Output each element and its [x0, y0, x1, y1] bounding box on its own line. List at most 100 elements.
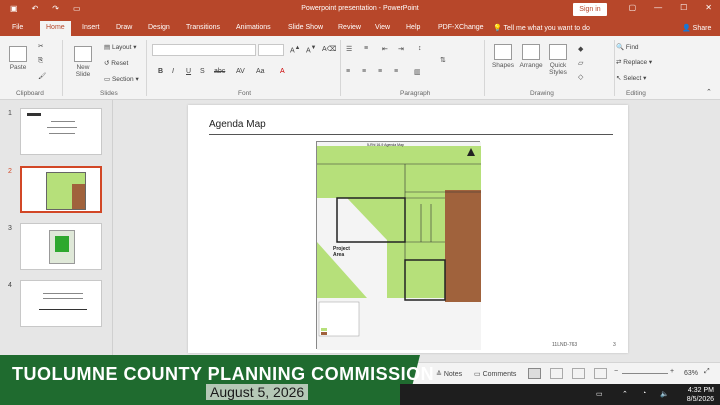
comments-button[interactable]: ▭ Comments: [474, 370, 516, 378]
tab-insert[interactable]: Insert: [82, 24, 100, 31]
thumb-number: 2: [8, 168, 12, 175]
volume-icon[interactable]: 🔈: [660, 390, 669, 398]
tab-slide-show[interactable]: Slide Show: [288, 24, 323, 31]
justify-icon[interactable]: ≡: [394, 68, 398, 75]
zoom-in-icon[interactable]: +: [670, 368, 674, 375]
thumb-number: 4: [8, 282, 12, 289]
tell-me-box[interactable]: 💡 Tell me what you want to do: [493, 24, 590, 32]
reading-view-icon[interactable]: [572, 368, 585, 379]
columns-icon[interactable]: ▥: [414, 68, 421, 76]
slide-thumbnail-4[interactable]: [20, 280, 102, 327]
section-button[interactable]: ▭ Section ▾: [104, 75, 139, 83]
tab-draw[interactable]: Draw: [116, 24, 132, 31]
font-name-box[interactable]: [152, 44, 256, 56]
select-button[interactable]: ↖ Select ▾: [616, 74, 646, 82]
strikethrough-button[interactable]: abc: [214, 68, 225, 75]
normal-view-icon[interactable]: [528, 368, 541, 379]
banner-title: TUOLUMNE COUNTY PLANNING COMMISSION: [12, 364, 435, 384]
tab-help[interactable]: Help: [406, 24, 420, 31]
arrange-button[interactable]: Arrange: [517, 44, 545, 69]
slide-thumbnail-2[interactable]: [20, 166, 102, 213]
italic-button[interactable]: I: [172, 68, 174, 75]
thumb-map-brown: [72, 184, 85, 209]
underline-button[interactable]: U: [186, 68, 191, 75]
editing-group-label: Editing: [626, 90, 646, 97]
tab-design[interactable]: Design: [148, 24, 170, 31]
slide-thumbnail-3[interactable]: [20, 223, 102, 270]
clock-time: 4:32 PM: [687, 387, 714, 394]
title-bar: ▣ ↶ ↷ ▭ Powerpoint presentation - PowerP…: [0, 0, 720, 19]
slide-sorter-icon[interactable]: [550, 368, 563, 379]
align-center-icon[interactable]: ≡: [362, 68, 366, 75]
reset-button[interactable]: ↺ Reset: [104, 59, 128, 67]
agenda-map[interactable]: 5-Rhl 16-9 Agenda Map Project Area: [316, 141, 481, 350]
tab-animations[interactable]: Animations: [236, 24, 271, 31]
shape-effects-icon[interactable]: ◇: [578, 73, 583, 81]
legend-swatch-brown: [321, 332, 327, 335]
grow-font-icon[interactable]: A▲: [290, 45, 300, 54]
taskbar-clock[interactable]: 4:32 PM 8/5/2026: [687, 386, 714, 404]
current-slide[interactable]: Agenda Map 5-Rhl 16-9 Agenda Map Project…: [188, 105, 628, 353]
zoom-slider[interactable]: [622, 373, 668, 374]
line-spacing-icon[interactable]: ↕: [418, 45, 422, 52]
divider: [146, 40, 147, 96]
bold-button[interactable]: B: [158, 68, 163, 75]
paste-button[interactable]: Paste: [6, 46, 30, 71]
shape-fill-icon[interactable]: ◆: [578, 45, 583, 53]
font-color-icon[interactable]: A: [280, 68, 285, 75]
shrink-font-icon[interactable]: A▼: [306, 45, 316, 54]
tab-transitions[interactable]: Transitions: [186, 24, 220, 31]
maximize-icon[interactable]: ☐: [680, 3, 687, 12]
fit-to-window-icon[interactable]: ⤢: [704, 368, 710, 376]
network-icon[interactable]: ◔: [642, 390, 646, 397]
display-icon[interactable]: ▭: [596, 390, 603, 398]
find-button[interactable]: 🔍 Find: [616, 43, 639, 51]
font-size-box[interactable]: [258, 44, 284, 56]
copy-icon[interactable]: ⎘: [38, 57, 43, 65]
zoom-level[interactable]: 63%: [684, 370, 698, 377]
shadow-button[interactable]: S: [200, 68, 205, 75]
tab-home[interactable]: Home: [40, 21, 71, 36]
bullets-icon[interactable]: ☰: [346, 45, 352, 53]
project-area-label: Project Area: [333, 246, 350, 258]
clear-formatting-icon[interactable]: A⌫: [322, 45, 337, 53]
char-spacing-icon[interactable]: AV: [236, 68, 245, 75]
slide-thumbnail-1[interactable]: [20, 108, 102, 155]
ribbon-display-options-icon[interactable]: ▢: [629, 3, 637, 12]
quick-styles-button[interactable]: Quick Styles: [546, 44, 570, 76]
collapse-ribbon-icon[interactable]: ⌃: [706, 88, 712, 96]
format-painter-icon[interactable]: 🖌: [38, 72, 46, 80]
align-right-icon[interactable]: ≡: [378, 68, 382, 75]
minimize-icon[interactable]: —: [654, 3, 662, 12]
sign-in-button[interactable]: Sign in: [573, 3, 607, 16]
slide-thumbnail-panel: 1 2 3 4: [0, 100, 113, 370]
notes-button[interactable]: ≙ Notes: [436, 370, 462, 378]
zoom-out-icon[interactable]: −: [614, 368, 618, 375]
align-left-icon[interactable]: ≡: [346, 68, 350, 75]
new-slide-button[interactable]: New Slide: [70, 46, 96, 78]
slideshow-view-icon[interactable]: [594, 368, 607, 379]
share-button[interactable]: 👤 Share: [682, 24, 711, 32]
divider: [340, 40, 341, 96]
tab-pdf-xchange[interactable]: PDF-XChange: [438, 24, 484, 31]
tab-review[interactable]: Review: [338, 24, 361, 31]
layout-button[interactable]: ▤ Layout ▾: [104, 43, 137, 51]
thumb-map-green: [55, 236, 69, 252]
window-controls: ▢ — ☐ ✕: [629, 3, 712, 12]
chevron-up-icon[interactable]: ⌃: [622, 390, 628, 398]
cut-icon[interactable]: ✂: [38, 42, 43, 50]
slide-title[interactable]: Agenda Map: [209, 119, 266, 130]
shapes-button[interactable]: Shapes: [490, 44, 516, 69]
close-icon[interactable]: ✕: [705, 3, 712, 12]
text-direction-icon[interactable]: ⇅: [440, 56, 446, 64]
numbering-icon[interactable]: ≡: [364, 45, 368, 52]
replace-button[interactable]: ⇄ Replace ▾: [616, 58, 652, 66]
shape-outline-icon[interactable]: ▱: [578, 59, 583, 67]
tab-view[interactable]: View: [375, 24, 390, 31]
clipboard-icon: [9, 46, 27, 62]
change-case-icon[interactable]: Aa: [256, 68, 265, 75]
decrease-indent-icon[interactable]: ⇤: [382, 45, 388, 53]
increase-indent-icon[interactable]: ⇥: [398, 45, 404, 53]
tab-file[interactable]: File: [12, 24, 23, 31]
thumb-logo: [27, 113, 41, 116]
